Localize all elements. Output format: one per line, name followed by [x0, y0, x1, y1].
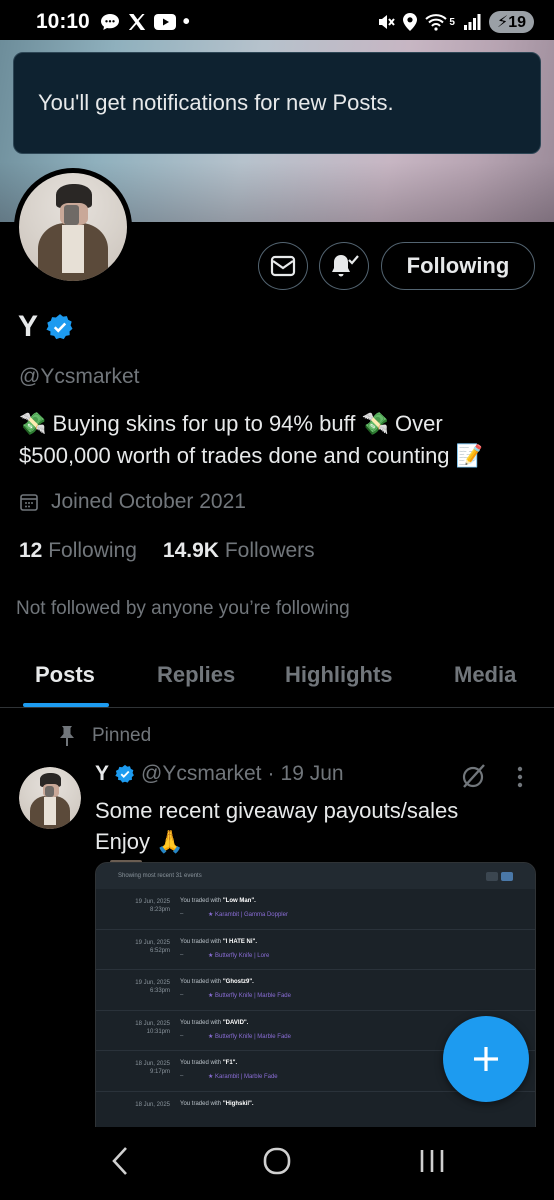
grok-icon[interactable] [460, 762, 488, 795]
more-options-icon[interactable] [516, 765, 524, 789]
followers-stat[interactable]: 14.9K Followers [163, 539, 315, 563]
back-nav-button[interactable] [108, 1145, 132, 1177]
youtube-icon [153, 14, 176, 30]
recents-icon [420, 1150, 444, 1172]
calendar-icon [20, 494, 38, 511]
avatar-image [19, 173, 127, 281]
joined-date: Joined October 2021 [19, 490, 246, 514]
compose-post-button[interactable] [443, 1016, 529, 1102]
trade-partner: You traded with "DAVID". [180, 1019, 249, 1026]
post-date: 19 Jun [280, 762, 344, 785]
following-button[interactable]: Following [381, 242, 535, 290]
post-header: Y @Ycsmarket · 19 Jun [95, 762, 344, 786]
status-left-icons: • [100, 11, 190, 34]
trade-partner: You traded with "Ghostz9". [180, 979, 254, 985]
battery-level: 19 [508, 14, 526, 31]
bell-check-icon [332, 255, 359, 277]
trade-date: 19 Jun, 2025 6:52pm [135, 939, 170, 954]
trade-dash: – [180, 1073, 184, 1079]
embed-header: Showing most recent 31 events [96, 863, 535, 889]
post-separator: · [267, 762, 275, 785]
profile-handle: @Ycsmarket [19, 365, 140, 388]
follow-stats: 12 Following 14.9K Followers [19, 539, 315, 563]
home-circle-icon [263, 1147, 291, 1175]
dot-icon: • [182, 10, 190, 33]
trade-dash: – [180, 911, 184, 917]
trade-partner: You traded with "Low Man". [180, 898, 256, 904]
profile-avatar[interactable] [14, 168, 132, 286]
status-bar: 10:10 • 5 ⚡19 [0, 0, 554, 44]
profile-tabs: Posts Replies Highlights Media [0, 650, 554, 708]
mutual-followers-note: Not followed by anyone you’re following [16, 598, 350, 619]
following-label: Following [48, 539, 137, 562]
notifications-button[interactable] [319, 242, 369, 290]
following-stat[interactable]: 12 Following [19, 539, 137, 563]
tab-posts[interactable]: Posts [35, 662, 95, 688]
trade-partner: You traded with "F1". [180, 1060, 238, 1066]
recents-nav-button[interactable] [418, 1145, 446, 1177]
tab-highlights[interactable]: Highlights [285, 662, 393, 688]
post-author-name[interactable]: Y [95, 762, 109, 786]
trade-date: 19 Jun, 2025 8:23pm [135, 899, 170, 913]
trade-date: 18 Jun, 2025 9:17pm [135, 1061, 170, 1075]
pinned-text: Pinned [92, 725, 152, 746]
battery-indicator: ⚡19 [488, 11, 534, 33]
post-avatar-image [19, 767, 81, 829]
post-author-handle: @Ycsmarket [141, 762, 262, 785]
tab-replies[interactable]: Replies [157, 662, 235, 688]
status-right-icons: 5 ⚡19 [377, 11, 534, 33]
profile-name-row: Y [18, 310, 74, 344]
verified-badge-icon [115, 764, 134, 783]
profile-bio: 💸 Buying skins for up to 94% buff 💸 Over… [19, 411, 484, 468]
system-nav-bar [0, 1127, 554, 1200]
toast-message: You'll get notifications for new Posts. [38, 90, 394, 115]
embed-pagination [486, 871, 513, 881]
embed-header-text: Showing most recent 31 events [118, 873, 202, 879]
trade-item: ★ Karambit | Gamma Doppler [208, 912, 288, 918]
trade-item: ★ Butterfly Knife | Marble Fade [208, 1033, 291, 1040]
pinned-label-row: Pinned [58, 725, 151, 747]
trade-date: 18 Jun, 2025 10:31pm [135, 1020, 170, 1035]
back-chevron-icon [112, 1147, 127, 1175]
following-count: 12 [19, 539, 43, 562]
post-text-line1: Some recent giveaway payouts/sales [95, 798, 459, 823]
trade-partner: You traded with "Highskil". [180, 1100, 254, 1107]
post-text: Some recent giveaway payouts/sales Enjoy… [95, 795, 515, 857]
trade-row: 19 Jun, 2025 6:52pm You traded with "I HAT… [96, 930, 535, 970]
home-nav-button[interactable] [262, 1145, 292, 1177]
tab-media[interactable]: Media [454, 662, 516, 688]
active-tab-indicator [23, 703, 109, 707]
trade-date: 18 Jun, 2025 [135, 1101, 170, 1108]
mute-icon [377, 13, 396, 31]
notification-toast: You'll get notifications for new Posts. [13, 52, 541, 154]
post-author-avatar[interactable] [19, 767, 81, 829]
followers-label: Followers [224, 539, 315, 562]
trade-dash: – [180, 1032, 184, 1039]
message-button[interactable] [258, 242, 308, 290]
chat-bubble-icon [100, 13, 120, 31]
joined-text: Joined October 2021 [51, 490, 246, 513]
wifi-label: 5 [449, 16, 455, 28]
trade-item: ★ Karambit | Marble Fade [208, 1074, 278, 1080]
trade-dash: – [180, 992, 184, 998]
followers-count: 14.9K [162, 539, 219, 562]
status-time: 10:10 [36, 10, 90, 33]
trade-item: ★ Butterfly Knife | Marble Fade [208, 993, 291, 999]
wifi-icon: 5 [425, 13, 455, 31]
profile-name: Y [18, 310, 39, 343]
trade-row: 19 Jun, 2025 8:23pm You traded with "Low M… [96, 889, 535, 930]
location-icon [403, 13, 418, 31]
trade-partner: You traded with "I HATE Ni". [180, 938, 258, 945]
plus-icon [474, 1047, 498, 1071]
pin-icon [60, 726, 74, 746]
envelope-icon [270, 255, 296, 277]
x-logo-icon [127, 12, 147, 32]
trade-item: ★ Butterfly Knife | Lore [208, 952, 270, 959]
trade-dash: – [180, 951, 184, 958]
verified-badge-icon [46, 314, 73, 340]
trade-row: 19 Jun, 2025 6:33pm You traded with "Ghost… [96, 970, 535, 1011]
signal-icon [463, 14, 481, 30]
post-text-line2: Enjoy 🙏 [95, 829, 184, 854]
trade-date: 19 Jun, 2025 6:33pm [135, 980, 170, 994]
